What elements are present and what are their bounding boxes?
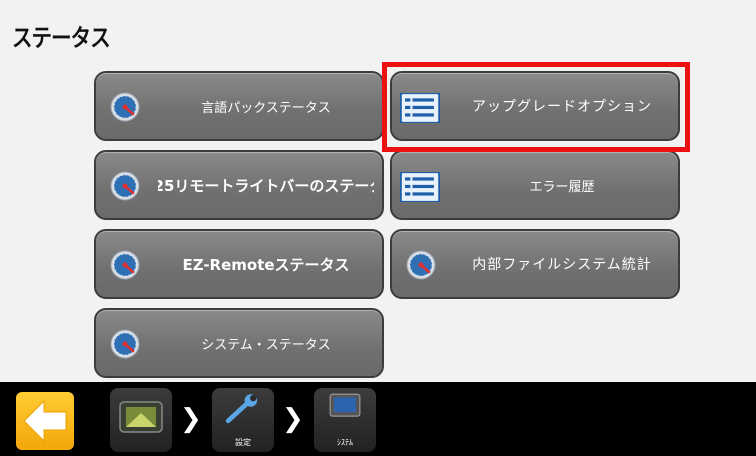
lb25-lightbar-status-button[interactable]: LB25リモートライトバーのステータス [94,150,384,220]
back-button[interactable] [16,392,74,450]
wrench-icon [225,394,258,424]
gauge-icon [110,171,140,201]
breadcrumb-label: 設定 [235,438,251,447]
language-pack-status-button[interactable]: 言語パックステータス [94,71,384,141]
tile-label: システム・ステータス [201,337,331,353]
breadcrumb-system[interactable]: ｼｽﾃﾑ [314,388,376,452]
tile-label: 内部ファイルシステム統計 [472,257,652,273]
page-title: ステータス [12,24,111,52]
breadcrumb-label: ｼｽﾃﾑ [337,438,353,447]
system-status-button[interactable]: システム・ステータス [94,308,384,378]
breadcrumb-separator: ❯ [180,404,202,434]
tile-label: エラー履歴 [529,179,595,195]
list-icon [400,93,440,123]
internal-file-system-stats-button[interactable]: 内部ファイルシステム統計 [390,229,680,299]
gauge-icon [110,250,140,280]
gauge-icon [110,92,140,122]
bottom-nav-bar: ❯ 設定 ❯ ｼｽﾃﾑ [0,382,756,456]
tile-label: アップグレードオプション [472,99,652,115]
tile-label: 言語パックステータス [201,100,331,116]
monitor-icon [329,393,361,417]
display-terminal-icon [119,401,163,433]
error-history-button[interactable]: エラー履歴 [390,150,680,220]
left-arrow-icon [23,399,67,443]
tile-label: LB25リモートライトバーのステータス [158,176,374,195]
gauge-icon [110,329,140,359]
gauge-icon [406,250,436,280]
ez-remote-status-button[interactable]: EZ-Remoteステータス [94,229,384,299]
tile-label: EZ-Remoteステータス [182,255,350,274]
list-icon [400,172,440,202]
breadcrumb-settings[interactable]: 設定 [212,388,274,452]
status-screen: ステータス 言語パックステータス アップグレードオプション LB25リモートライ… [0,0,756,456]
breadcrumb-separator: ❯ [282,404,304,434]
breadcrumb-home[interactable] [110,388,172,452]
upgrade-options-button[interactable]: アップグレードオプション [390,71,680,141]
